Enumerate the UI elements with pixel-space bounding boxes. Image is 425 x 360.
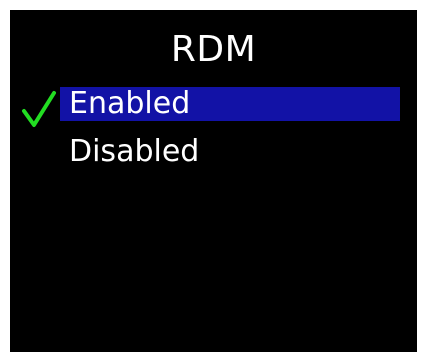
menu-item-label: Enabled [69,86,191,121]
menu-item-label: Disabled [69,134,200,169]
check-icon [22,91,56,127]
menu-item-enabled[interactable]: Enabled [10,86,417,127]
display-screen: RDM Enabled Disabled [10,10,417,352]
option-list: Enabled Disabled [10,87,417,183]
page-title: RDM [170,29,257,70]
menu-item-disabled[interactable]: Disabled [10,135,417,169]
